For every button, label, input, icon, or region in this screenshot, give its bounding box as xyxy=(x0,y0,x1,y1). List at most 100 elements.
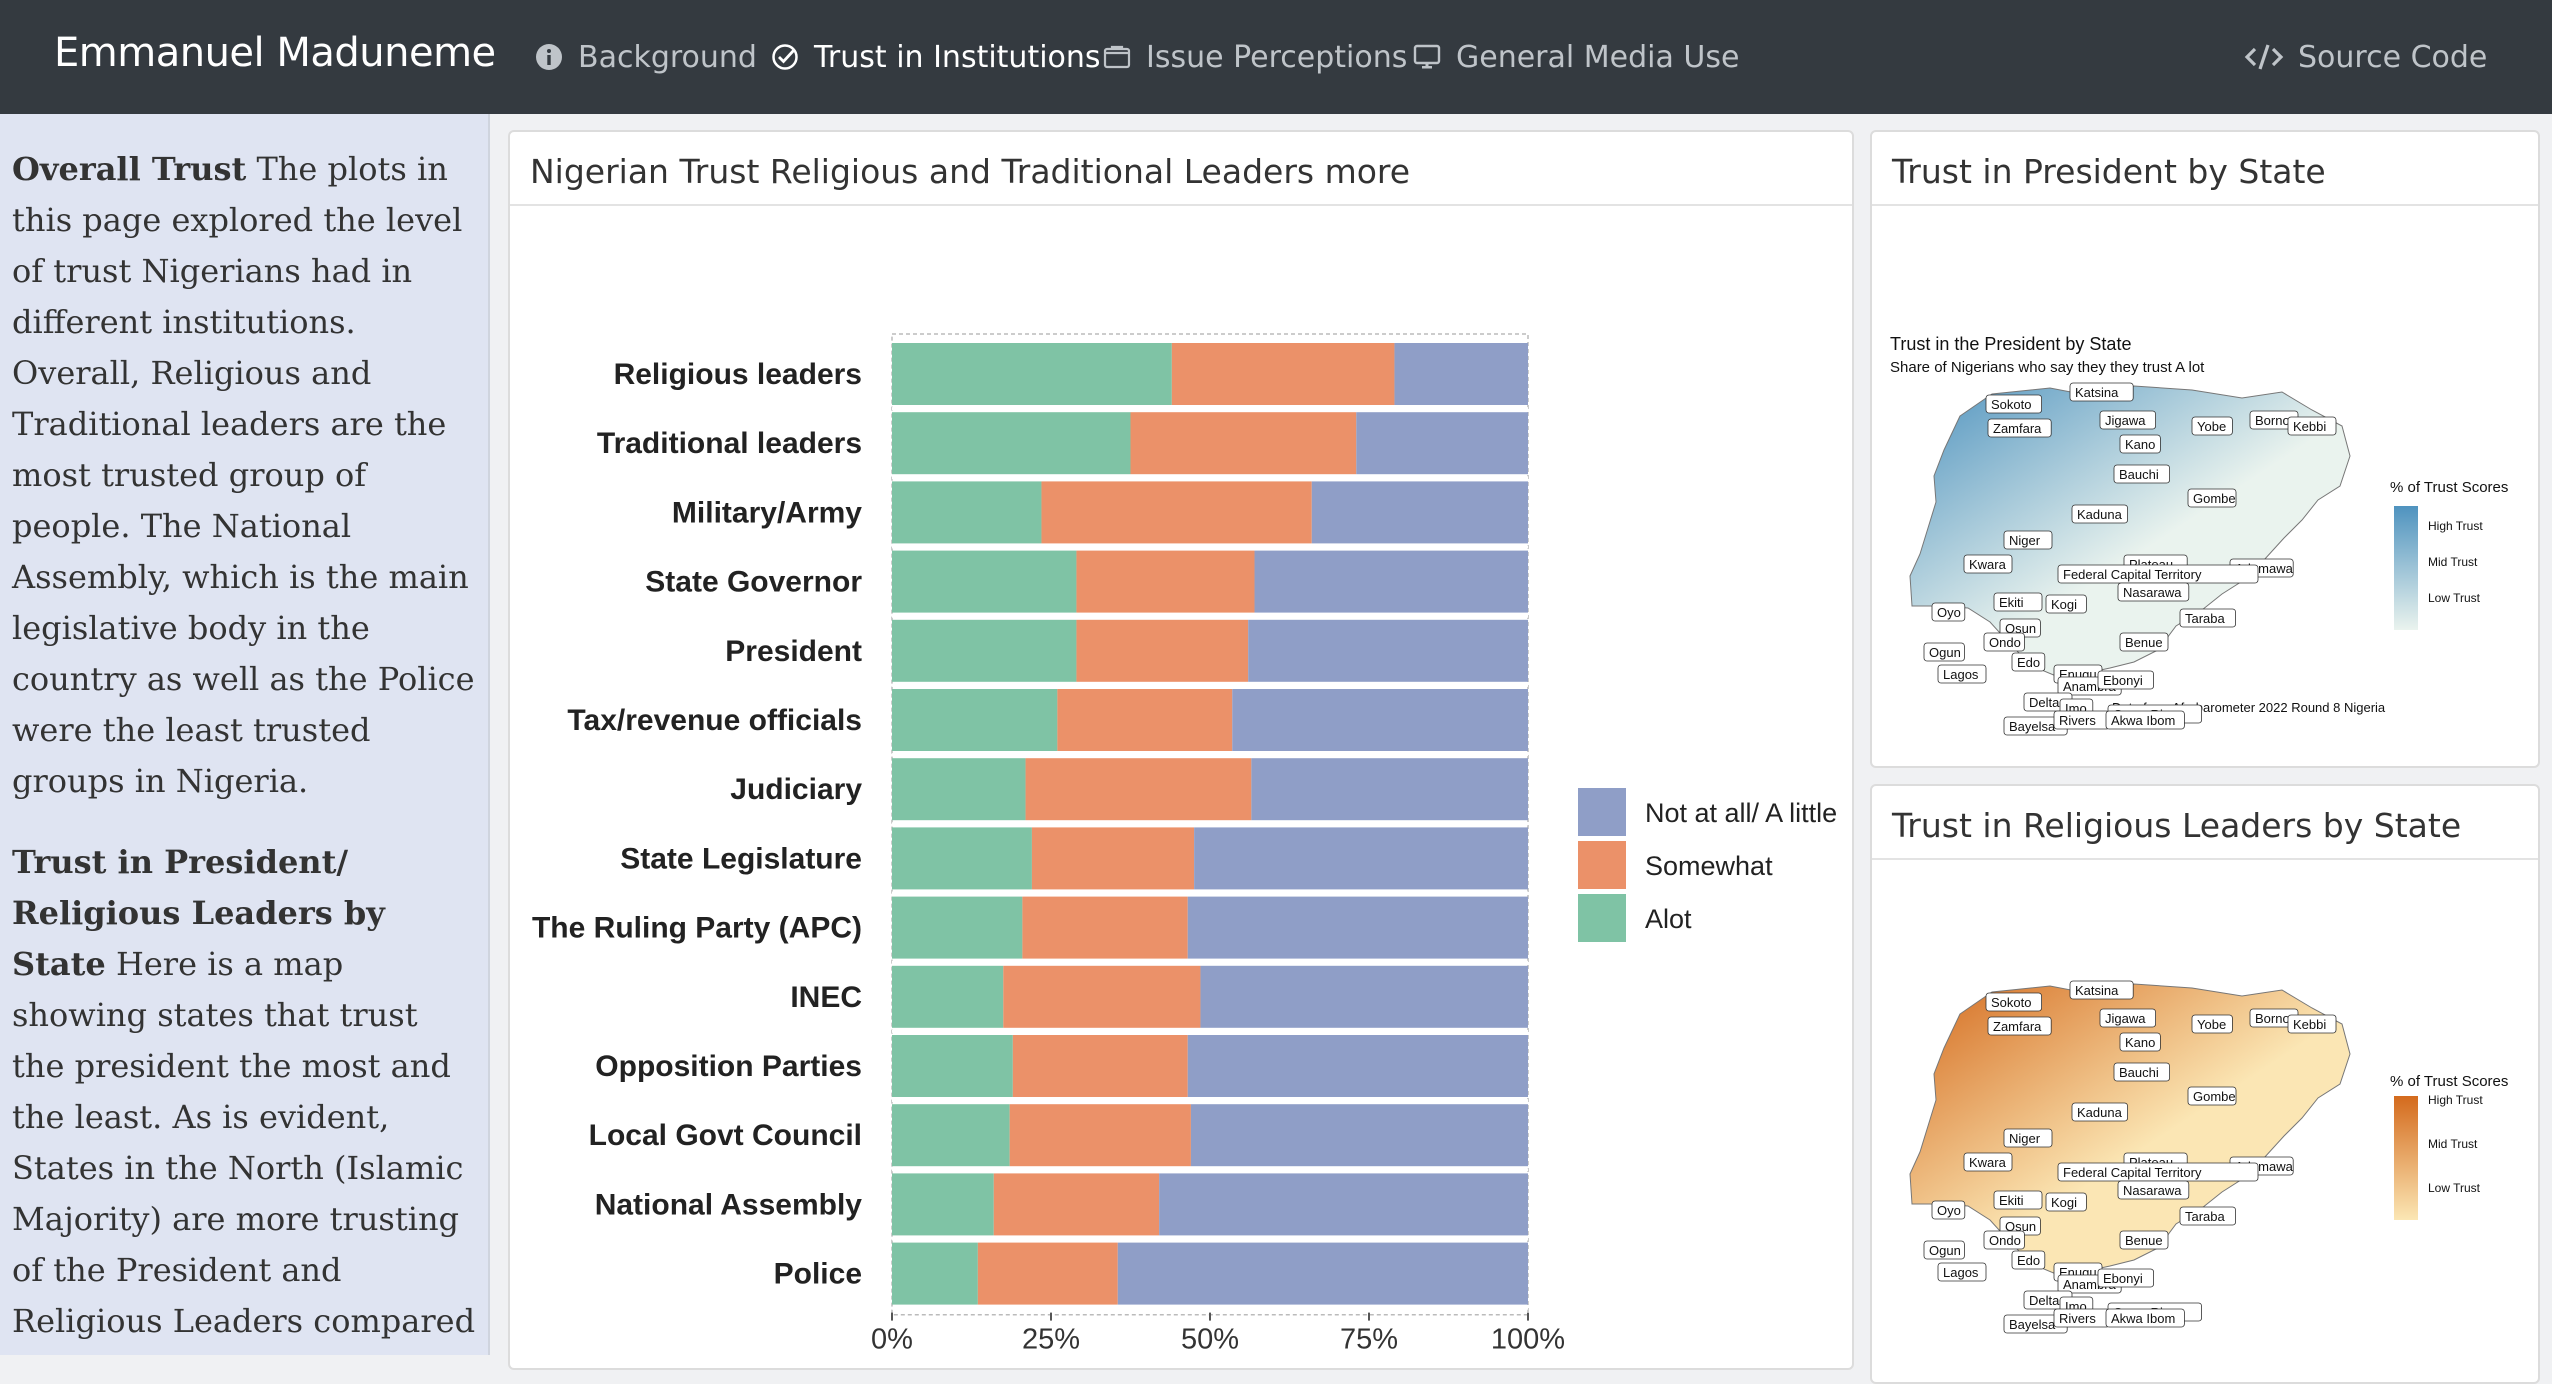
state-label-kwara: Kwara xyxy=(1969,1155,2007,1170)
state-label-bayelsa: Bayelsa xyxy=(2009,1317,2056,1332)
bar-not-at-all-a-little-local-govt-council xyxy=(1190,1104,1528,1167)
nigeria-outline xyxy=(1909,385,2351,677)
state-label-rivers: Rivers xyxy=(2059,713,2096,728)
map2-legend-high: High Trust xyxy=(2428,1093,2483,1107)
state-label-sokoto: Sokoto xyxy=(1991,995,2031,1010)
nav-issue-label: Issue Perceptions xyxy=(1146,39,1408,75)
bar-somewhat-state-legislature xyxy=(1031,827,1195,890)
bar-somewhat-president xyxy=(1076,619,1249,682)
bar-not-at-all-a-little-police xyxy=(1117,1242,1528,1305)
bar-chart-svg: Religious leaders Traditional leaders Mili… xyxy=(532,333,1837,1368)
state-label-kogi: Kogi xyxy=(2051,597,2077,612)
bar-not-at-all-a-little-traditional-leaders xyxy=(1356,412,1528,475)
state-label-katsina: Katsina xyxy=(2075,983,2119,998)
bar-alot-traditional-leaders xyxy=(892,412,1131,475)
state-label-kogi: Kogi xyxy=(2051,1195,2077,1210)
bar-somewhat-inec xyxy=(1003,965,1201,1028)
state-label-zamfara: Zamfara xyxy=(1993,421,2042,436)
state-label-kebbi: Kebbi xyxy=(2293,1017,2326,1032)
state-label-benue: Benue xyxy=(2125,1233,2163,1248)
nav-issue-perceptions[interactable]: Issue Perceptions xyxy=(1102,36,1407,78)
x-tick-label: 0% xyxy=(871,1324,913,1356)
state-label-ogun: Ogun xyxy=(1929,1243,1961,1258)
state-label-kaduna: Kaduna xyxy=(2077,507,2123,522)
bar-alot-tax-revenue-officials xyxy=(892,689,1058,751)
bar-not-at-all-a-little-opposition-parties xyxy=(1187,1035,1528,1097)
bar-alot-inec xyxy=(892,965,1004,1028)
bar-somewhat-opposition-parties xyxy=(1012,1035,1188,1097)
state-label-oyo: Oyo xyxy=(1937,1203,1961,1218)
bar-somewhat-military-army xyxy=(1041,481,1312,544)
bar-not-at-all-a-little-military-army xyxy=(1311,481,1528,544)
map1-subtitle: Share of Nigerians who say they they tru… xyxy=(1890,359,2205,376)
state-trust-text: Here is a map showing states that trust … xyxy=(12,945,476,1355)
state-label-ondo: Ondo xyxy=(1989,635,2021,650)
religious-trust-map: % of Trust Scores High Trust Mid Trust L… xyxy=(1909,980,2508,1334)
state-label-jigawa: Jigawa xyxy=(2105,1011,2146,1026)
state-label-borno: Borno xyxy=(2255,413,2290,428)
state-label-niger: Niger xyxy=(2009,1131,2041,1146)
state-label-yobe: Yobe xyxy=(2197,419,2226,434)
legend-label-somewhat: Somewhat xyxy=(1645,851,1773,881)
map2-legend-title: % of Trust Scores xyxy=(2390,1073,2508,1090)
state-label-rivers: Rivers xyxy=(2059,1311,2096,1326)
map2-legend-low: Low Trust xyxy=(2428,1181,2481,1195)
bar-not-at-all-a-little-judiciary xyxy=(1251,758,1528,821)
state-label-edo: Edo xyxy=(2017,1253,2040,1268)
x-tick-label: 75% xyxy=(1340,1324,1398,1356)
bar-not-at-all-a-little-inec xyxy=(1200,965,1528,1028)
state-label-sokoto: Sokoto xyxy=(1991,397,2031,412)
sidebar: Overall Trust The plots in this page exp… xyxy=(0,114,490,1355)
state-label-taraba: Taraba xyxy=(2185,611,2226,626)
source-code-label: Source Code xyxy=(2298,39,2488,75)
religious-map-card-title: Trust in Religious Leaders by State xyxy=(1872,786,2538,860)
category-label-tax-revenue-officials: Tax/revenue officials xyxy=(567,704,862,737)
x-axis-label: Data from Afrobarometer 2022 Round 8 Nig… xyxy=(926,1363,1494,1366)
chart-card-title: Nigerian Trust Religious and Traditional… xyxy=(510,132,1852,206)
category-label-local-govt-council: Local Govt Council xyxy=(589,1119,862,1152)
state-label-federal-capital-territory: Federal Capital Territory xyxy=(2063,567,2202,582)
map1-legend-mid: Mid Trust xyxy=(2428,555,2478,569)
state-label-delta: Delta xyxy=(2029,1293,2060,1308)
religious-map-card: Trust in Religious Leaders by State % of… xyxy=(1870,784,2540,1384)
trust-chart-card: Nigerian Trust Religious and Traditional… xyxy=(508,130,1854,1370)
bar-somewhat-traditional-leaders xyxy=(1130,412,1357,475)
president-trust-map: Trust in the President by State Share of… xyxy=(1890,334,2508,736)
state-label-ogun: Ogun xyxy=(1929,645,1961,660)
info-icon xyxy=(534,42,564,72)
bar-alot-judiciary xyxy=(892,758,1026,821)
nav-general-media-use[interactable]: General Media Use xyxy=(1412,36,1739,78)
bar-somewhat-judiciary xyxy=(1025,758,1252,821)
brand-title[interactable]: Emmanuel Maduneme xyxy=(54,30,496,76)
category-label-traditional-leaders: Traditional leaders xyxy=(597,427,862,460)
category-label-police: Police xyxy=(774,1258,862,1291)
state-label-akwa-ibom: Akwa Ibom xyxy=(2111,713,2175,728)
state-label-delta: Delta xyxy=(2029,695,2060,710)
nigeria-map: Sokoto Katsina Zamfara Jigawa Yobe Borno Kebbi… xyxy=(1909,382,2351,736)
state-label-niger: Niger xyxy=(2009,533,2041,548)
state-label-lagos: Lagos xyxy=(1943,667,1979,682)
bar-somewhat-religious-leaders xyxy=(1171,343,1395,405)
category-label-the-ruling-party-apc: The Ruling Party (APC) xyxy=(532,912,862,945)
category-label-religious-leaders: Religious leaders xyxy=(614,358,862,391)
bar-not-at-all-a-little-the-ruling-party-apc xyxy=(1187,896,1528,959)
map1-title: Trust in the President by State xyxy=(1890,334,2131,354)
state-label-gombe: Gombe xyxy=(2193,1089,2236,1104)
map1-legend-low: Low Trust xyxy=(2428,591,2481,605)
nav-background[interactable]: Background xyxy=(534,36,757,78)
category-label-inec: INEC xyxy=(790,981,862,1014)
bar-not-at-all-a-little-national-assembly xyxy=(1159,1173,1528,1236)
president-map-card-title: Trust in President by State xyxy=(1872,132,2538,206)
category-label-opposition-parties: Opposition Parties xyxy=(595,1050,862,1083)
state-label-nasarawa: Nasarawa xyxy=(2123,1183,2182,1198)
state-label-zamfara: Zamfara xyxy=(1993,1019,2042,1034)
state-label-ebonyi: Ebonyi xyxy=(2103,673,2143,688)
bar-alot-state-governor xyxy=(892,550,1077,613)
state-label-borno: Borno xyxy=(2255,1011,2290,1026)
bar-somewhat-the-ruling-party-apc xyxy=(1022,896,1188,959)
nav-trust-in-institutions[interactable]: Trust in Institutions xyxy=(770,36,1101,78)
category-label-state-governor: State Governor xyxy=(645,566,862,599)
state-label-akwa-ibom: Akwa Ibom xyxy=(2111,1311,2175,1326)
source-code-link[interactable]: Source Code xyxy=(2244,36,2487,78)
state-label-lagos: Lagos xyxy=(1943,1265,1979,1280)
